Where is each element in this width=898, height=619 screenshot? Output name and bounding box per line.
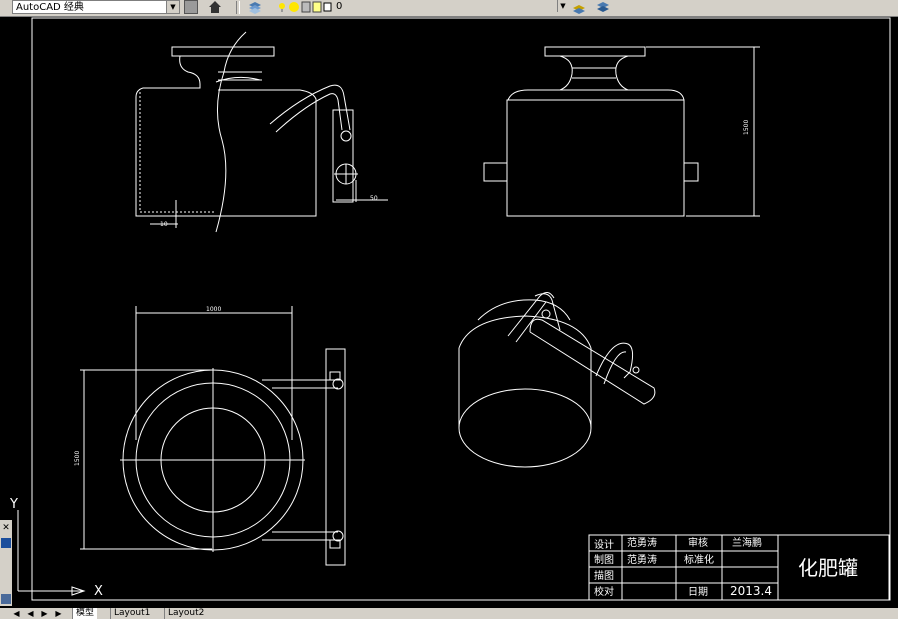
layer-state-icons xyxy=(279,1,332,13)
label-draw: 制图 xyxy=(594,553,614,566)
layer-name: 0 xyxy=(336,1,343,12)
label-standardization: 标准化 xyxy=(684,553,714,566)
dim-50: 50 xyxy=(370,195,378,202)
home-icon[interactable] xyxy=(208,0,222,14)
value-review: 兰海鹏 xyxy=(732,536,762,549)
label-design: 设计 xyxy=(594,538,614,551)
label-trace: 描图 xyxy=(594,569,614,582)
tab-model[interactable]: 模型 xyxy=(72,608,98,619)
drawing-canvas[interactable]: 50 10 1500 1000 1500 设计 范勇涛 审核 兰海鹏 制图 范勇… xyxy=(0,16,898,608)
top-view xyxy=(80,306,346,566)
chevron-down-icon[interactable]: ▼ xyxy=(166,1,179,13)
label-date: 日期 xyxy=(688,586,708,598)
chevron-down-icon[interactable]: ▼ xyxy=(557,0,568,12)
layer-states-icon[interactable] xyxy=(596,0,610,14)
ucs-x-label: X xyxy=(94,584,103,599)
layer-previous-icon[interactable] xyxy=(572,0,586,14)
last-tab-icon[interactable]: ▶ xyxy=(54,609,63,618)
prev-tab-icon[interactable]: ◀ xyxy=(26,609,35,618)
tab-layout1[interactable]: Layout1 xyxy=(110,608,153,619)
label-check: 校对 xyxy=(594,585,614,598)
next-tab-icon[interactable]: ▶ xyxy=(40,609,49,618)
toolbar-separator xyxy=(236,1,240,14)
value-date: 2013.4 xyxy=(730,584,772,598)
ucs-icon xyxy=(17,510,86,596)
dim-1500-left: 1500 xyxy=(74,451,81,466)
layer-manager-icon[interactable] xyxy=(248,0,262,14)
workspace-dropdown[interactable]: AutoCAD 经典 ▼ xyxy=(12,0,180,14)
side-view xyxy=(483,46,760,217)
toolbar: AutoCAD 经典 ▼ 0 ▼ xyxy=(0,0,898,17)
docked-palette[interactable]: ✕ xyxy=(0,520,12,606)
tab-layout2[interactable]: Layout2 xyxy=(164,608,207,619)
layout-tab-bar: ◀ ◀ ▶ ▶ 模型 Layout1 Layout2 xyxy=(0,608,898,619)
dim-1000: 1000 xyxy=(206,306,221,313)
isometric-view xyxy=(458,292,656,468)
value-design: 范勇涛 xyxy=(627,536,657,549)
front-section-view xyxy=(135,31,388,233)
palette-icon[interactable] xyxy=(1,538,11,548)
drawing-title: 化肥罐 xyxy=(798,556,858,580)
ucs-y-label: Y xyxy=(9,497,18,512)
play-icon[interactable] xyxy=(1,594,11,604)
drawing-border xyxy=(31,17,891,601)
workspace-label: AutoCAD 经典 xyxy=(16,2,84,13)
dim-10: 10 xyxy=(160,221,168,228)
close-icon[interactable]: ✕ xyxy=(1,522,11,532)
layer-dropdown[interactable]: 0 ▼ xyxy=(272,0,568,14)
first-tab-icon[interactable]: ◀ xyxy=(12,609,21,618)
dim-1500-right: 1500 xyxy=(743,120,750,135)
label-review: 审核 xyxy=(688,536,708,549)
value-draw: 范勇涛 xyxy=(627,553,657,566)
gear-icon[interactable] xyxy=(184,0,198,14)
